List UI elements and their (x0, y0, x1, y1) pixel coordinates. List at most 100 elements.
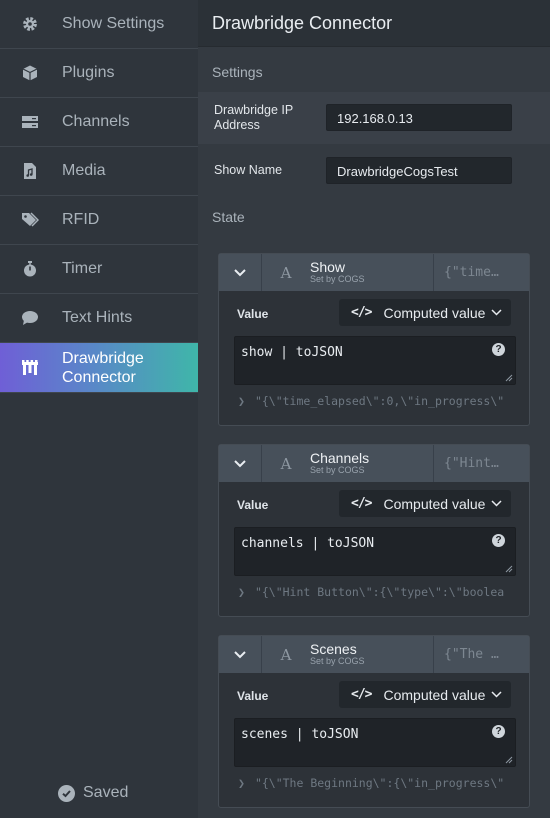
drawbridge-icon (22, 359, 38, 375)
server-icon (22, 116, 38, 128)
chevron-down-icon (491, 691, 502, 698)
gear-icon (23, 17, 37, 31)
resize-handle-icon[interactable] (505, 756, 513, 764)
chevron-down-icon (234, 650, 246, 658)
sidebar-item-label: Show Settings (62, 15, 165, 32)
card-body: Value </> Computed value channels | toJS… (219, 482, 529, 616)
stopwatch-icon (24, 261, 36, 277)
help-icon[interactable]: ? (492, 534, 505, 547)
value-label: Value (237, 307, 269, 321)
sidebar-item-label: Timer (62, 260, 103, 277)
main-panel: Drawbridge Connector Settings Drawbridge… (198, 0, 550, 818)
card-subtitle: Set by COGS (310, 465, 365, 475)
card-preview: {"time… (444, 265, 499, 280)
value-mode-label: Computed value (383, 304, 486, 321)
collapse-toggle-button[interactable] (219, 254, 262, 291)
text-type-icon: A (280, 263, 292, 282)
collapse-toggle-button[interactable] (219, 636, 262, 673)
comment-icon (22, 311, 38, 325)
collapse-toggle-button[interactable] (219, 445, 262, 482)
settings-heading: Settings (212, 64, 263, 80)
resize-handle-icon[interactable] (505, 374, 513, 382)
result-text: "{\"The Beginning\":{\"in_progress\" (254, 776, 505, 790)
chevron-right-icon: ❯ (238, 394, 245, 408)
cube-icon (22, 65, 38, 81)
value-mode-select[interactable]: </> Computed value (339, 681, 511, 708)
computed-result: ❯ "{\"The Beginning\":{\"in_progress\" (238, 776, 521, 790)
sidebar-item-label: Media (62, 162, 106, 179)
expression-input[interactable]: show | toJSON ? (234, 336, 516, 385)
card-body: Value </> Computed value show | toJSON ?… (219, 291, 529, 425)
sidebar-item-media[interactable]: Media (0, 147, 198, 196)
chevron-right-icon: ❯ (238, 585, 245, 599)
card-subtitle: Set by COGS (310, 656, 365, 666)
expression-text: channels | toJSON (241, 536, 375, 551)
value-mode-select[interactable]: </> Computed value (339, 299, 511, 326)
sidebar-item-show-settings[interactable]: Show Settings (0, 0, 198, 49)
sidebar-item-label: Plugins (62, 64, 115, 81)
card-subtitle: Set by COGS (310, 274, 365, 284)
sidebar-item-drawbridge-connector[interactable]: Drawbridge Connector (0, 343, 198, 393)
sidebar-item-plugins[interactable]: Plugins (0, 49, 198, 98)
computed-result: ❯ "{\"time_elapsed\":0,\"in_progress\" (238, 394, 521, 408)
save-status: Saved (58, 784, 128, 802)
expression-text: show | toJSON (241, 345, 343, 360)
sidebar-item-rfid[interactable]: RFID (0, 196, 198, 245)
card-preview: {"The … (444, 647, 499, 662)
state-heading: State (212, 209, 245, 225)
expression-text: scenes | toJSON (241, 727, 359, 742)
card-preview: {"Hint… (444, 456, 499, 471)
chevron-down-icon (234, 459, 246, 467)
card-titles: Show Set by COGS (310, 254, 434, 291)
card-name: Show (310, 259, 346, 275)
text-type-icon: A (280, 454, 292, 473)
card-header: A Show Set by COGS {"time… (219, 254, 529, 291)
value-mode-label: Computed value (383, 495, 486, 512)
value-mode-select[interactable]: </> Computed value (339, 490, 511, 517)
card-name: Scenes (310, 641, 357, 657)
card-header: A Channels Set by COGS {"Hint… (219, 445, 529, 482)
show-name-input[interactable]: DrawbridgeCogsTest (326, 157, 512, 184)
expression-input[interactable]: scenes | toJSON ? (234, 718, 516, 767)
code-icon: </> (351, 305, 373, 320)
state-card-show: A Show Set by COGS {"time… Value </> Com… (218, 253, 530, 426)
sidebar-item-channels[interactable]: Channels (0, 98, 198, 147)
check-circle-icon (58, 784, 75, 802)
card-titles: Channels Set by COGS (310, 445, 434, 482)
state-card-scenes: A Scenes Set by COGS {"The … Value </> C… (218, 635, 530, 808)
chevron-down-icon (491, 500, 502, 507)
help-icon[interactable]: ? (492, 725, 505, 738)
page-title: Drawbridge Connector (198, 0, 550, 47)
code-icon: </> (351, 687, 373, 702)
resize-handle-icon[interactable] (505, 565, 513, 573)
sidebar: Show Settings Plugins Channels Media RFI… (0, 0, 198, 818)
card-header: A Scenes Set by COGS {"The … (219, 636, 529, 673)
sidebar-item-label: Drawbridge Connector (62, 349, 144, 386)
text-type-icon: A (280, 645, 292, 664)
ip-address-input[interactable]: 192.168.0.13 (326, 104, 512, 131)
expression-input[interactable]: channels | toJSON ? (234, 527, 516, 576)
state-card-channels: A Channels Set by COGS {"Hint… Value </>… (218, 444, 530, 617)
sidebar-item-label: Channels (62, 113, 130, 130)
sidebar-item-text-hints[interactable]: Text Hints (0, 294, 198, 343)
sidebar-item-label: RFID (62, 211, 100, 228)
value-mode-label: Computed value (383, 686, 486, 703)
result-text: "{\"Hint Button\":{\"type\":\"boolea (254, 585, 505, 599)
audio-file-icon (24, 163, 36, 179)
show-name-label: Show Name (214, 163, 283, 177)
save-status-label: Saved (83, 784, 129, 801)
sidebar-item-label: Text Hints (62, 309, 133, 326)
chevron-down-icon (491, 309, 502, 316)
card-name: Channels (310, 450, 370, 466)
code-icon: </> (351, 496, 373, 511)
result-text: "{\"time_elapsed\":0,\"in_progress\" (254, 394, 505, 408)
sidebar-item-timer[interactable]: Timer (0, 245, 198, 294)
chevron-right-icon: ❯ (238, 776, 245, 790)
chevron-down-icon (234, 268, 246, 276)
help-icon[interactable]: ? (492, 343, 505, 356)
value-label: Value (237, 689, 269, 703)
ip-address-label: Drawbridge IP Address (214, 103, 294, 132)
tags-icon (22, 212, 39, 227)
card-body: Value </> Computed value scenes | toJSON… (219, 673, 529, 807)
value-label: Value (237, 498, 269, 512)
